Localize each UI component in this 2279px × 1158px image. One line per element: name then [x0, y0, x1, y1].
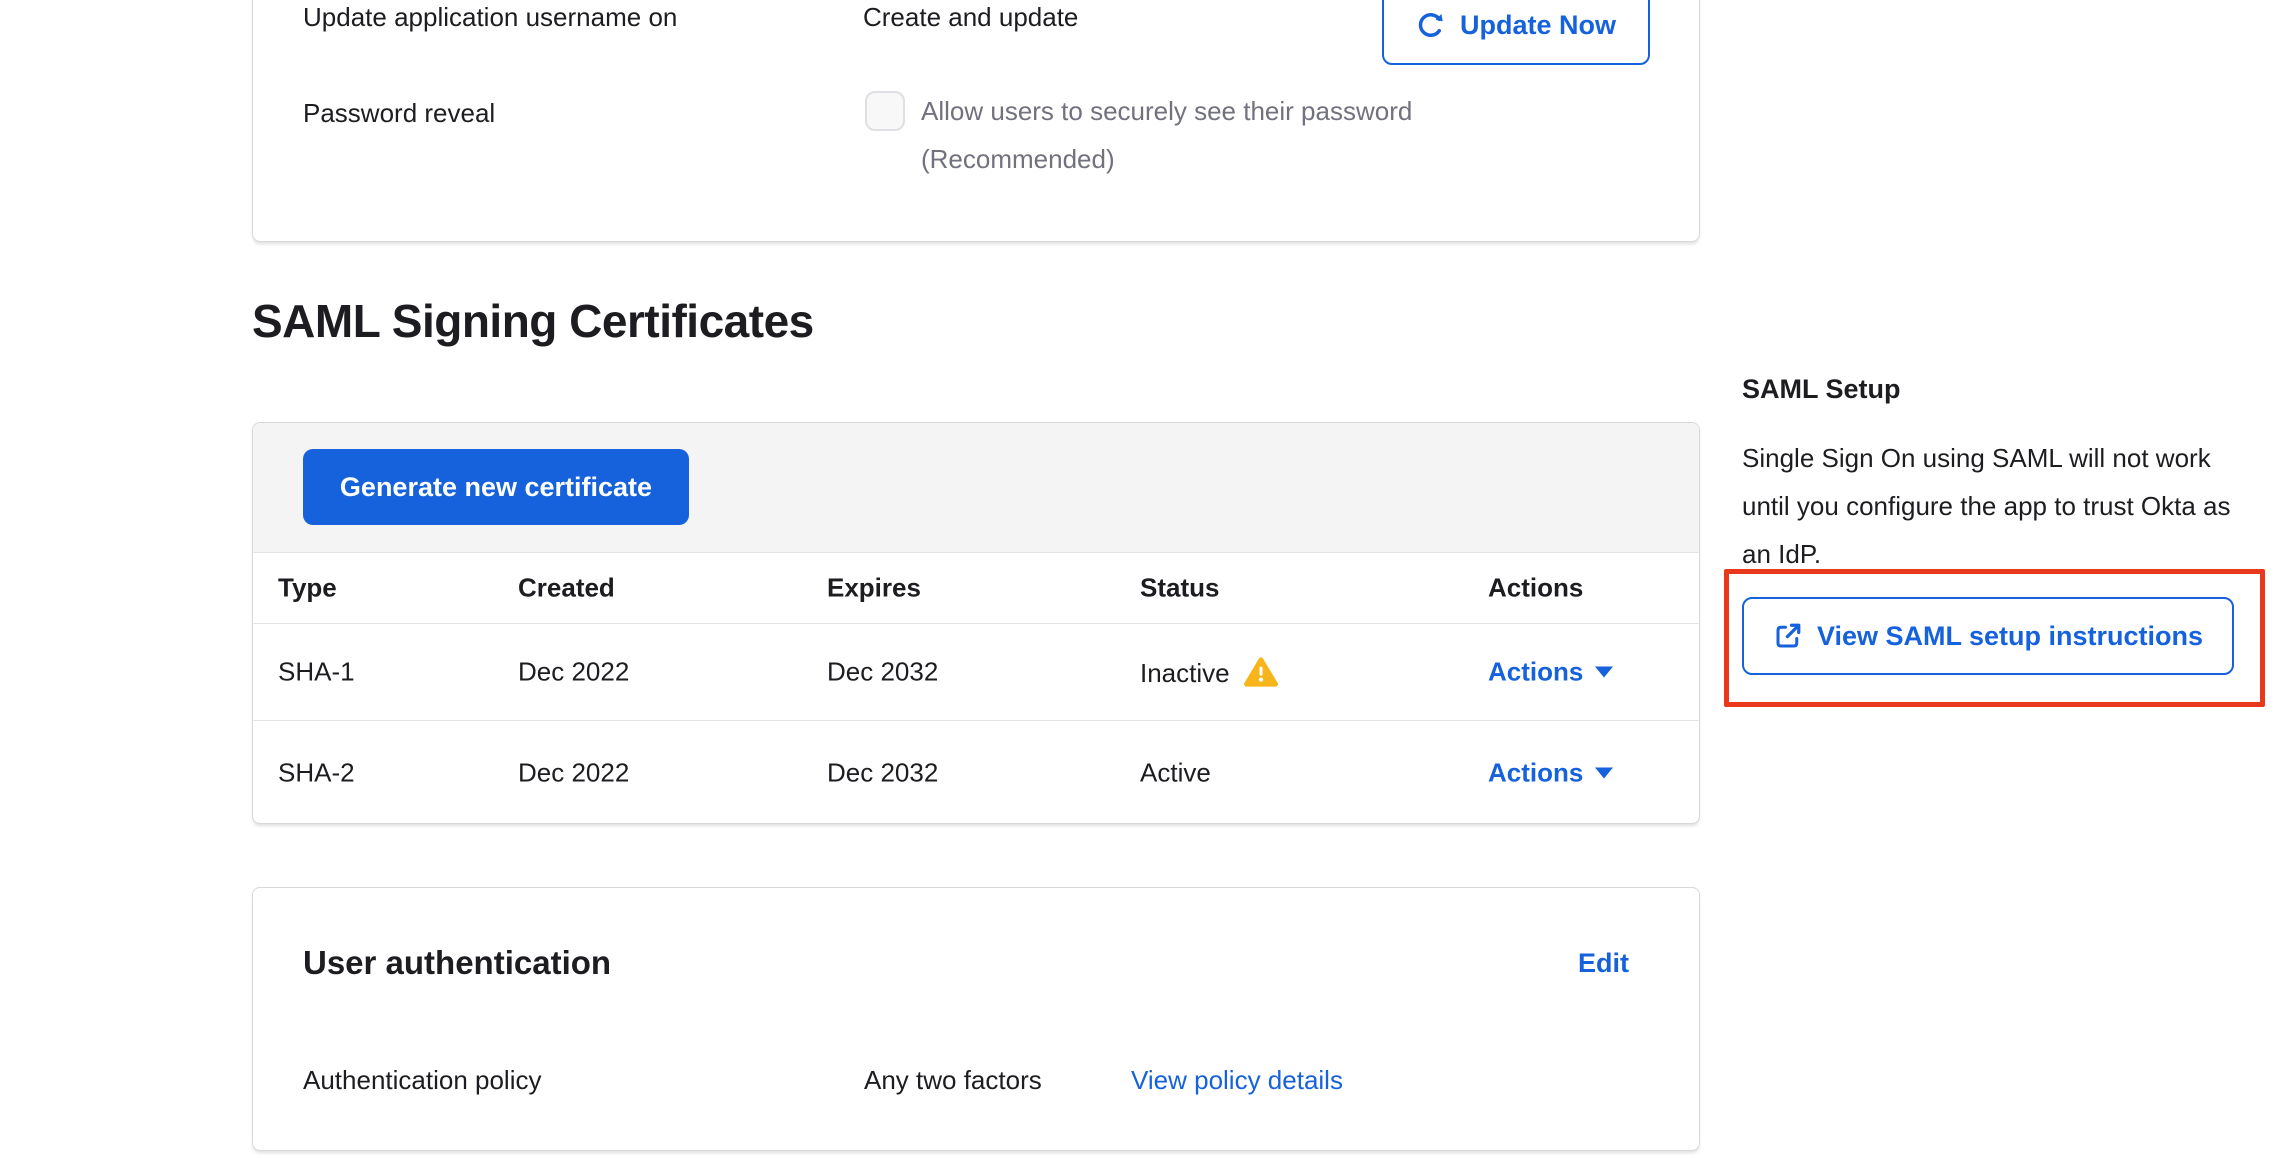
password-reveal-label: Password reveal: [303, 97, 495, 130]
refresh-icon: [1416, 10, 1446, 40]
saml-setup-title: SAML Setup: [1742, 374, 1901, 405]
actions-label: Actions: [1488, 657, 1583, 688]
user-authentication-title: User authentication: [303, 944, 611, 982]
authentication-policy-label: Authentication policy: [303, 1064, 541, 1097]
update-username-label: Update application username on: [303, 1, 677, 34]
view-saml-setup-instructions-label: View SAML setup instructions: [1817, 621, 2203, 652]
page: Update application username on Create an…: [0, 0, 2279, 1158]
update-username-value: Create and update: [863, 1, 1078, 34]
column-header-actions: Actions: [1488, 573, 1583, 604]
cert-type: SHA-2: [278, 757, 355, 788]
column-header-expires: Expires: [827, 573, 921, 604]
saml-setup-description: Single Sign On using SAML will not work …: [1742, 434, 2247, 578]
edit-link[interactable]: Edit: [1578, 948, 1629, 979]
certificates-card: Generate new certificate Type Created Ex…: [252, 422, 1700, 824]
page-title: SAML Signing Certificates: [252, 294, 814, 348]
user-authentication-card: User authentication Edit Authentication …: [252, 887, 1700, 1151]
chevron-down-icon: [1595, 767, 1613, 778]
password-reveal-checkbox[interactable]: [865, 91, 905, 131]
generate-certificate-button[interactable]: Generate new certificate: [303, 449, 689, 525]
password-reveal-caption: Allow users to securely see their passwo…: [921, 87, 1521, 183]
actions-dropdown[interactable]: Actions: [1488, 657, 1613, 688]
status-text: Inactive: [1140, 658, 1230, 688]
column-header-created: Created: [518, 573, 615, 604]
annotation-highlight: View SAML setup instructions: [1724, 569, 2265, 707]
view-saml-setup-instructions-button[interactable]: View SAML setup instructions: [1742, 597, 2234, 675]
cert-status: Active: [1140, 757, 1211, 788]
view-policy-details-link[interactable]: View policy details: [1131, 1064, 1343, 1097]
update-now-button[interactable]: Update Now: [1382, 0, 1650, 65]
actions-dropdown[interactable]: Actions: [1488, 757, 1613, 788]
table-row: SHA-2 Dec 2022 Dec 2032 Active Actions: [253, 720, 1699, 824]
update-now-label: Update Now: [1460, 10, 1616, 41]
column-header-status: Status: [1140, 573, 1219, 604]
actions-label: Actions: [1488, 757, 1583, 788]
cert-created: Dec 2022: [518, 657, 629, 688]
chevron-down-icon: [1595, 667, 1613, 678]
table-header-row: Type Created Expires Status Actions: [253, 553, 1699, 623]
cert-created: Dec 2022: [518, 757, 629, 788]
warning-triangle-icon: [1244, 655, 1278, 689]
cert-expires: Dec 2032: [827, 657, 938, 688]
column-header-type: Type: [278, 573, 337, 604]
authentication-policy-value: Any two factors: [864, 1064, 1042, 1097]
certificates-toolbar: Generate new certificate: [253, 423, 1699, 553]
cert-status: Inactive: [1140, 655, 1278, 689]
table-row: SHA-1 Dec 2022 Dec 2032 Inactive Actions: [253, 623, 1699, 720]
external-link-icon: [1773, 621, 1803, 651]
cert-expires: Dec 2032: [827, 757, 938, 788]
cert-type: SHA-1: [278, 657, 355, 688]
sign-on-settings-card: Update application username on Create an…: [252, 0, 1700, 242]
